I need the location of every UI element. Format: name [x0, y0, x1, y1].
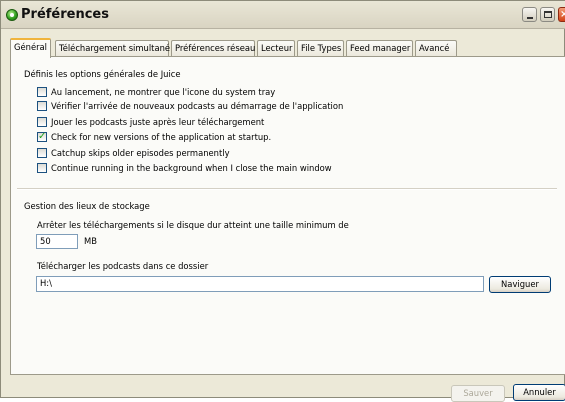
tab-strip: Général Téléchargement simultané Préfére… [10, 38, 565, 58]
juice-app-icon [6, 9, 18, 21]
option-label-check-updates[interactable]: Check for new versions of the applicatio… [51, 132, 271, 143]
browse-button[interactable]: Naviguer [489, 276, 551, 293]
option-label-play-after-download[interactable]: Jouer les podcasts juste après leur télé… [51, 117, 264, 128]
download-folder-label: Télécharger les podcasts dans ce dossier [37, 261, 209, 271]
option-label-check-new-podcasts[interactable]: Vérifier l'arrivée de nouveaux podcasts … [51, 101, 343, 112]
min-size-unit: MB [84, 236, 97, 246]
close-icon: × [560, 9, 565, 20]
window-title: Préférences [21, 7, 109, 22]
preferences-window: Préférences × Général Téléchargement sim… [0, 0, 565, 402]
tab-player[interactable]: Lecteur [257, 40, 295, 56]
maximize-icon [544, 11, 552, 18]
option-checkbox-tray-only[interactable] [37, 87, 47, 97]
section-divider [17, 188, 557, 190]
tab-simultaneous-download[interactable]: Téléchargement simultané [55, 40, 170, 56]
min-size-label: Arrêter les téléchargements si le disque… [37, 220, 349, 230]
option-checkbox-run-in-background[interactable] [37, 163, 47, 173]
option-checkbox-check-updates[interactable] [37, 131, 47, 143]
tab-general[interactable]: Général [10, 38, 51, 58]
minimize-icon [527, 17, 533, 19]
option-checkbox-catchup-skips[interactable] [37, 148, 47, 158]
option-label-catchup-skips[interactable]: Catchup skips older episodes permanently [51, 148, 230, 159]
option-label-tray-only[interactable]: Au lancement, ne montrer que l'icone du … [51, 87, 275, 98]
min-size-input[interactable]: 50 [36, 234, 78, 249]
cancel-button[interactable]: Annuler [513, 384, 565, 401]
minimize-button[interactable] [522, 7, 537, 22]
tab-network-preferences[interactable]: Préférences réseau [171, 40, 255, 56]
option-checkbox-play-after-download[interactable] [37, 117, 47, 127]
maximize-button[interactable] [540, 7, 555, 22]
general-options-heading: Définis les options générales de Juice [24, 69, 181, 79]
tab-feed-manager[interactable]: Feed manager [346, 40, 413, 56]
close-button[interactable]: × [558, 7, 565, 22]
option-checkbox-check-new-podcasts[interactable] [37, 101, 47, 111]
tab-file-types[interactable]: File Types [297, 40, 344, 56]
option-label-run-in-background[interactable]: Continue running in the background when … [51, 163, 332, 174]
title-bar[interactable]: Préférences × [1, 1, 565, 29]
storage-heading: Gestion des lieux de stockage [24, 201, 150, 211]
save-button[interactable]: Sauver [451, 385, 505, 402]
tab-advanced[interactable]: Avancé [415, 40, 457, 56]
download-folder-input[interactable]: H:\ [36, 276, 484, 292]
